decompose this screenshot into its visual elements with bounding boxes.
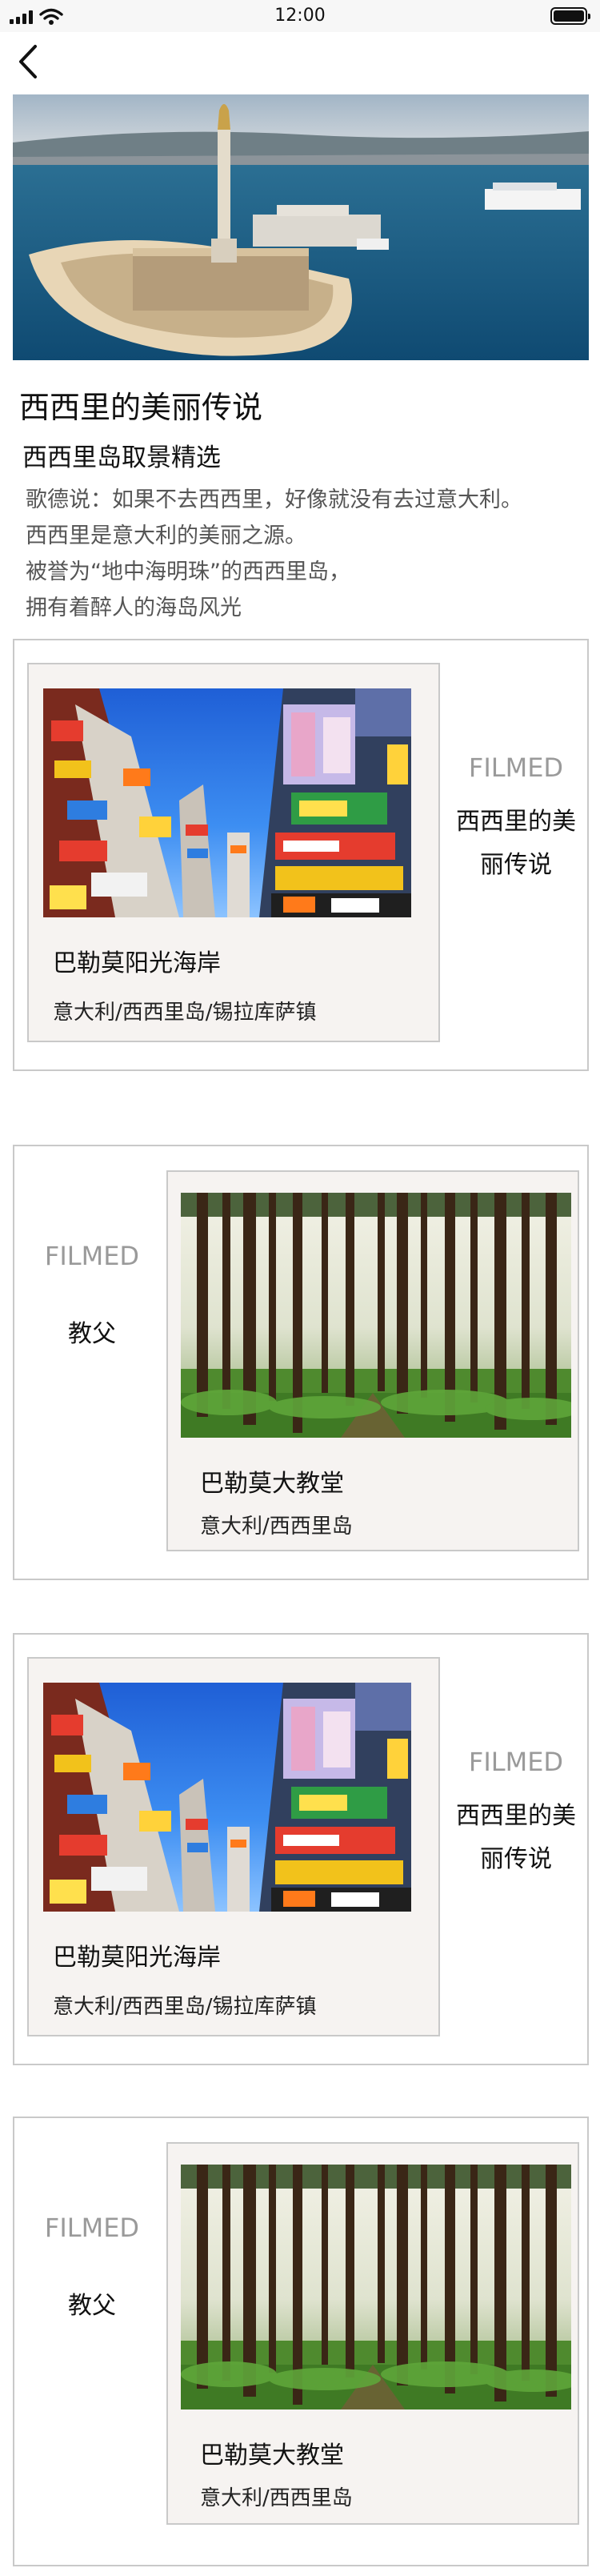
- film-info: FILMED 西西里的美 丽传说: [442, 1747, 590, 1881]
- sicily-harbor-monument-photo: [13, 94, 589, 360]
- hero-image: [13, 94, 589, 360]
- filmed-label: FILMED: [44, 2213, 140, 2243]
- pine-forest-photo: [181, 2165, 571, 2409]
- location-name: 巴勒莫阳光海岸: [53, 949, 221, 977]
- location-card-inner[interactable]: 巴勒莫阳光海岸 意大利/西西里岛/锡拉库萨镇: [27, 663, 440, 1042]
- intro-line: 西西里是意大利的美丽之源。: [26, 524, 306, 548]
- film-title-line: 教父: [68, 2292, 116, 2320]
- location-photo: [181, 1193, 571, 1438]
- film-info: FILMED 教父: [14, 2213, 170, 2328]
- location-name: 巴勒莫大教堂: [200, 1470, 344, 1498]
- chevron-left-icon: [19, 45, 37, 78]
- page-subtitle: 西西里岛取景精选: [22, 443, 221, 472]
- location-photo: [181, 2165, 571, 2409]
- location-path: 意大利/西西里岛: [200, 2486, 353, 2510]
- intro-description: 歌德说：如果不去西西里，好像就没有去过意大利。 西西里是意大利的美丽之源。 被誉…: [26, 482, 522, 626]
- back-button[interactable]: [11, 42, 46, 82]
- film-title-line: 丽传说: [480, 851, 552, 879]
- location-card[interactable]: FILMED 教父 巴勒莫大教堂 意大利/西西里岛: [13, 1145, 589, 1580]
- location-card-inner[interactable]: 巴勒莫阳光海岸 意大利/西西里岛/锡拉库萨镇: [27, 1657, 440, 2036]
- filmed-label: FILMED: [468, 1747, 564, 1777]
- location-card-inner[interactable]: 巴勒莫大教堂 意大利/西西里岛: [166, 2142, 579, 2525]
- film-title-line: 西西里的美: [456, 1802, 576, 1830]
- page-title: 西西里的美丽传说: [19, 390, 263, 425]
- city-billboards-photo: [43, 1683, 411, 1912]
- location-photo: [43, 1683, 411, 1912]
- film-title-line: 丽传说: [480, 1845, 552, 1873]
- status-bar: 12:00: [0, 0, 600, 32]
- location-photo: [43, 688, 411, 917]
- location-name: 巴勒莫阳光海岸: [53, 1944, 221, 1972]
- pine-forest-photo: [181, 1193, 571, 1438]
- film-title-line: 教父: [68, 1320, 116, 1348]
- location-card-inner[interactable]: 巴勒莫大教堂 意大利/西西里岛: [166, 1170, 579, 1551]
- battery-icon: [550, 7, 590, 25]
- location-path: 意大利/西西里岛/锡拉库萨镇: [53, 1995, 317, 2019]
- location-card[interactable]: 巴勒莫阳光海岸 意大利/西西里岛/锡拉库萨镇 FILMED 西西里的美 丽传说: [13, 639, 589, 1071]
- intro-line: 歌德说：如果不去西西里，好像就没有去过意大利。: [26, 488, 522, 512]
- city-billboards-photo: [43, 688, 411, 917]
- film-info: FILMED 教父: [14, 1241, 170, 1356]
- intro-line: 拥有着醉人的海岛风光: [26, 596, 242, 620]
- filmed-label: FILMED: [44, 1241, 140, 1271]
- location-path: 意大利/西西里岛: [200, 1515, 353, 1539]
- intro-line: 被誉为“地中海明珠”的西西里岛，: [26, 560, 350, 584]
- location-card[interactable]: FILMED 教父 巴勒莫大教堂 意大利/西西里岛: [13, 2117, 589, 2566]
- film-title-line: 西西里的美: [456, 808, 576, 836]
- location-name: 巴勒莫大教堂: [200, 2442, 344, 2470]
- location-path: 意大利/西西里岛/锡拉库萨镇: [53, 1001, 317, 1025]
- filmed-label: FILMED: [468, 752, 564, 783]
- location-card[interactable]: 巴勒莫阳光海岸 意大利/西西里岛/锡拉库萨镇 FILMED 西西里的美 丽传说: [13, 1633, 589, 2065]
- status-time: 12:00: [274, 6, 326, 26]
- film-info: FILMED 西西里的美 丽传说: [442, 752, 590, 887]
